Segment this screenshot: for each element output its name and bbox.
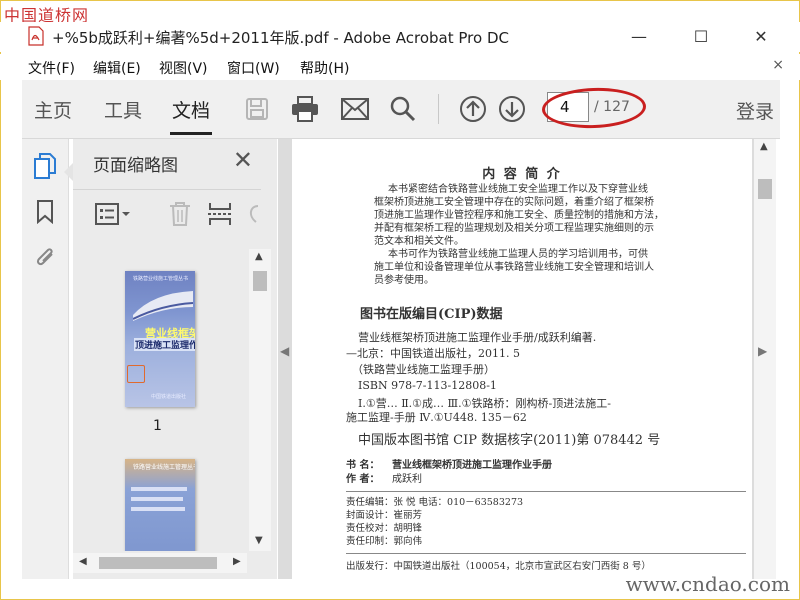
thumbnail-cover-subtitle: 顶进施工监理作业手册 — [134, 338, 195, 351]
main-toolbar: 主页 工具 文档 4 / 127 登录 — [22, 80, 780, 139]
scrollbar-thumb[interactable] — [758, 179, 772, 199]
thumbnail-2-line — [131, 497, 183, 501]
scroll-down-arrow[interactable]: ▼ — [255, 535, 263, 546]
intro-line: 顶进施工监理作业管控程序和施工安全、质量控制的措施和方法， — [374, 210, 664, 221]
search-icon[interactable] — [388, 94, 418, 124]
cip-line: 施工监理-手册 Ⅳ.①U448. 135－62 — [346, 411, 527, 424]
thumbnail-label-1: 1 — [153, 418, 162, 434]
attachment-icon[interactable] — [32, 243, 58, 269]
credit-line: 责任校对：胡明锋 — [346, 523, 423, 534]
thumbnail-publisher: 中国铁道出版社 — [151, 394, 187, 400]
thumbnail-horizontal-scrollbar[interactable]: ◀ ▶ — [73, 553, 247, 573]
close-window-button[interactable]: ✕ — [738, 22, 784, 50]
panel-pointer — [64, 163, 73, 181]
book-title-label: 书 名： — [346, 460, 380, 471]
menu-window[interactable]: 窗口(W) — [227, 58, 280, 78]
divider — [346, 491, 746, 492]
credit-line: 封面设计：崔丽芳 — [346, 510, 423, 521]
page-thumbnail-2[interactable]: 铁路营业线施工管理丛书 — [125, 459, 195, 551]
intro-line: 本书可作为铁路营业线施工监理人员的学习培训用书，可供 — [388, 249, 648, 260]
document-view[interactable]: ◀ 内 容 简 介 本书紧密结合铁路营业线施工安全监理工作以及下穿营业线 框架桥… — [278, 139, 776, 579]
cover-badge — [127, 365, 145, 383]
cip-line: 营业线框架桥顶进施工监理作业手册/成跃利编著. — [358, 331, 597, 344]
thumbnail-2-header: 铁路营业线施工管理丛书 — [133, 464, 195, 471]
author-label: 作 者： — [346, 474, 380, 485]
publisher-line: 出版发行：中国铁道出版社（100054，北京市宣武区右安门西街 8 号） — [346, 561, 651, 572]
menu-file[interactable]: 文件(F) — [28, 58, 75, 78]
scrollbar-thumb[interactable] — [99, 557, 217, 569]
maximize-button[interactable]: ☐ — [678, 22, 724, 50]
credit-line: 责任编辑：张 悦 电话：010－63583273 — [346, 497, 524, 508]
cip-title: 图书在版编目(CIP)数据 — [360, 307, 503, 322]
page-up-icon[interactable] — [458, 94, 488, 124]
book-title: 营业线框架桥顶进施工监理作业手册 — [392, 460, 552, 471]
save-icon[interactable] — [242, 94, 272, 124]
credit-line: 责任印制：郭向伟 — [346, 536, 423, 547]
page-down-icon[interactable] — [497, 94, 527, 124]
thumbnails-panel: 页面缩略图 ✕ 铁路营业线施工管理丛书 营业线框架桥 顶进施工监理作业手册 中国… — [73, 139, 277, 579]
menu-bar: 文件(F) 编辑(E) 视图(V) 窗口(W) 帮助(H) × — [0, 54, 800, 80]
login-button[interactable]: 登录 — [736, 97, 774, 124]
menu-help[interactable]: 帮助(H) — [300, 58, 349, 78]
toolbar-separator — [438, 94, 439, 124]
page-thumbnails-icon[interactable] — [32, 153, 58, 179]
collapse-left-arrow[interactable]: ◀ — [280, 344, 289, 358]
menu-edit[interactable]: 编辑(E) — [93, 58, 141, 78]
intro-line: 并配有框架桥工程的监理规划及相关分项工程监理实施细则的示 — [374, 223, 654, 234]
cip-number: 中国版本图书馆 CIP 数据核字(2011)第 078442 号 — [358, 433, 661, 448]
cip-line: ISBN 978-7-113-12808-1 — [358, 379, 497, 392]
scroll-right-arrow[interactable]: ▶ — [233, 556, 241, 567]
panel-title: 页面缩略图 — [93, 156, 178, 176]
title-bar: +%5b成跃利+编著%5d+2011年版.pdf - Adobe Acrobat… — [0, 22, 800, 52]
window-title: +%5b成跃利+编著%5d+2011年版.pdf - Adobe Acrobat… — [52, 29, 509, 47]
intro-line: 本书紧密结合铁路营业线施工安全监理工作以及下穿营业线 — [388, 184, 648, 195]
thumbnail-series-text: 铁路营业线施工管理丛书 — [133, 276, 189, 282]
author: 成跃利 — [392, 474, 422, 485]
close-panel-button[interactable]: ✕ — [233, 146, 253, 174]
scrollbar-thumb[interactable] — [253, 271, 267, 291]
insert-page-icon[interactable] — [205, 200, 235, 228]
panel-toolbar — [73, 189, 261, 238]
pdf-page: 内 容 简 介 本书紧密结合铁路营业线施工安全监理工作以及下穿营业线 框架桥顶进… — [292, 139, 752, 579]
tab-home[interactable]: 主页 — [34, 96, 72, 123]
scroll-up-arrow[interactable]: ▲ — [760, 141, 768, 152]
divider — [346, 553, 746, 554]
scroll-left-arrow[interactable]: ◀ — [79, 556, 87, 567]
options-menu-icon[interactable] — [93, 200, 133, 228]
intro-line: 框架桥顶进施工安全管理中存在的实际问题，着重介绍了框架桥 — [374, 197, 654, 208]
tab-tools[interactable]: 工具 — [104, 96, 142, 123]
mail-icon[interactable] — [340, 94, 370, 124]
intro-line: 员参考使用。 — [374, 275, 434, 286]
pdf-file-icon — [28, 26, 44, 46]
thumbnail-list: 铁路营业线施工管理丛书 营业线框架桥 顶进施工监理作业手册 中国铁道出版社 1 … — [73, 249, 247, 551]
thumbnail-2-line — [131, 487, 187, 491]
menu-view[interactable]: 视图(V) — [159, 58, 208, 78]
page-thumbnail-1[interactable]: 铁路营业线施工管理丛书 营业线框架桥 顶进施工监理作业手册 中国铁道出版社 — [125, 271, 195, 407]
minimize-button[interactable]: — — [616, 22, 662, 50]
train-image — [133, 291, 193, 321]
page-heading: 内 容 简 介 — [482, 167, 562, 182]
print-icon[interactable] — [290, 94, 320, 124]
scroll-up-arrow[interactable]: ▲ — [255, 251, 263, 262]
tab-document[interactable]: 文档 — [172, 96, 210, 123]
thumbnail-vertical-scrollbar[interactable]: ▲ ▼ — [249, 249, 271, 551]
close-document-button[interactable]: × — [772, 57, 784, 73]
intro-line: 施工单位和设备管理单位从事铁路营业线施工安全管理和培训人 — [374, 262, 654, 273]
cip-line: —北京：中国铁道出版社，2011. 5 — [346, 347, 520, 360]
intro-line: 范文本和相关文件。 — [374, 236, 464, 247]
thumbnail-2-line — [131, 507, 185, 511]
collapse-right-arrow[interactable]: ▶ — [758, 344, 767, 358]
bookmark-icon[interactable] — [32, 199, 58, 225]
active-tab-indicator — [170, 132, 212, 135]
document-vertical-scrollbar[interactable]: ▲ ▶ — [754, 139, 776, 579]
rotate-page-icon[interactable] — [243, 200, 261, 228]
cip-line: （铁路营业线施工监理手册） — [352, 363, 495, 376]
navigation-rail — [22, 139, 69, 579]
delete-page-icon[interactable] — [165, 200, 195, 228]
watermark-bottom-right: www.cndao.com — [625, 572, 790, 596]
cip-line: Ⅰ.①营… Ⅱ.①成… Ⅲ.①铁路桥：刚构桥-顶进法施工- — [358, 397, 611, 410]
